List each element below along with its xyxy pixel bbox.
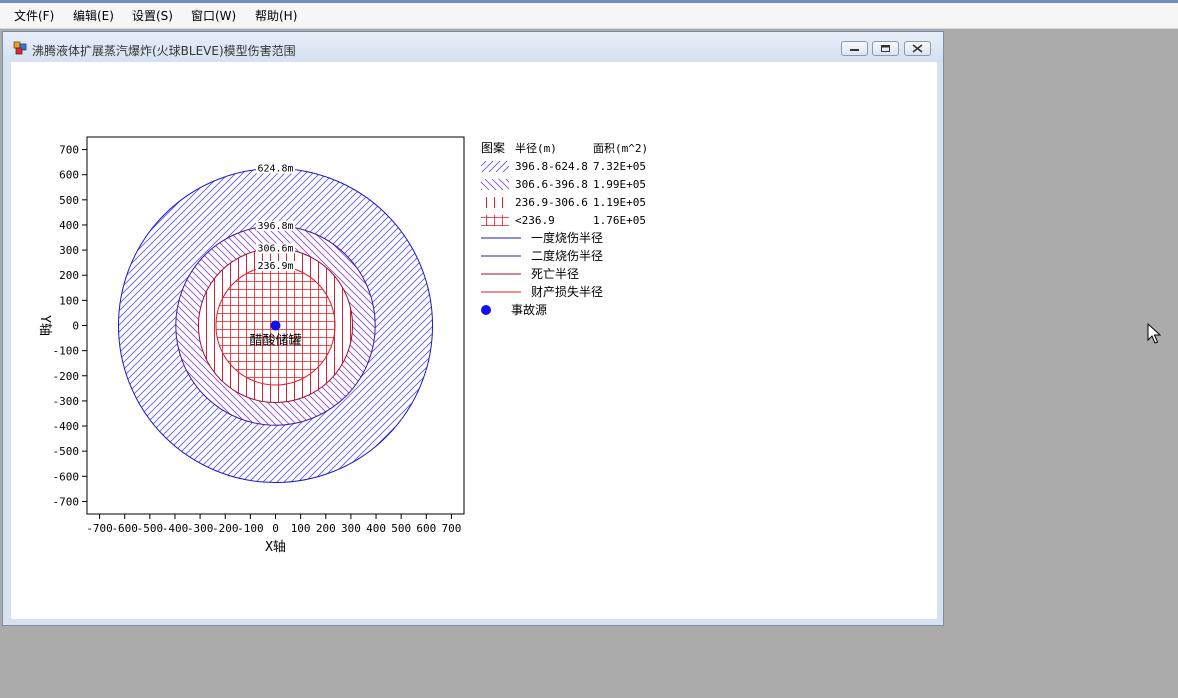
menubar: 文件(F) 编辑(E) 设置(S) 窗口(W) 帮助(H) xyxy=(0,3,1178,29)
legend-line-label: 二度烧伤半径 xyxy=(531,248,603,263)
close-button[interactable] xyxy=(904,41,931,56)
restore-icon xyxy=(881,45,890,52)
legend-header-pattern: 图案 xyxy=(481,140,505,155)
x-tick-label: 400 xyxy=(366,522,386,535)
y-tick-label: 200 xyxy=(59,269,79,282)
circle-radius-label: 236.9m xyxy=(257,261,293,272)
legend-header-area: 面积(m^2) xyxy=(593,142,648,155)
legend-area: 1.76E+05 xyxy=(593,214,646,227)
x-tick-label: -300 xyxy=(187,522,214,535)
mouse-cursor-icon xyxy=(1147,323,1161,344)
circle-radius-label: 624.8m xyxy=(257,163,293,174)
window-title: 沸腾液体扩展蒸汽爆炸(火球BLEVE)模型伤害范围 xyxy=(32,44,296,58)
legend-area: 1.99E+05 xyxy=(593,178,646,191)
y-tick-label: 0 xyxy=(72,320,79,333)
y-tick-label: -400 xyxy=(53,420,80,433)
x-tick-label: 700 xyxy=(441,522,461,535)
menu-file[interactable]: 文件(F) xyxy=(14,8,54,24)
legend-range: 306.6-396.8 xyxy=(515,178,588,191)
legend-pattern-swatch xyxy=(481,197,509,208)
y-tick-label: 600 xyxy=(59,169,79,182)
legend-source-label: 事故源 xyxy=(511,302,547,317)
legend-range: <236.9 xyxy=(515,214,555,227)
legend-line-label: 财产损失半径 xyxy=(531,284,603,299)
y-tick-label: 100 xyxy=(59,294,79,307)
legend-line-label: 死亡半径 xyxy=(531,267,579,281)
y-tick-label: -100 xyxy=(53,345,80,358)
x-tick-label: -100 xyxy=(237,522,264,535)
x-tick-label: -500 xyxy=(137,522,164,535)
x-tick-label: 200 xyxy=(316,522,336,535)
x-tick-label: 300 xyxy=(341,522,361,535)
chart-child-window: 沸腾液体扩展蒸汽爆炸(火球BLEVE)模型伤害范围 -700 -600 -500 -4… xyxy=(2,31,944,626)
legend-pattern-swatch xyxy=(481,161,509,172)
menu-window[interactable]: 窗口(W) xyxy=(191,8,236,24)
y-axis-label: Y轴 xyxy=(37,315,52,336)
legend-pattern-swatch xyxy=(481,215,509,226)
menu-edit[interactable]: 编辑(E) xyxy=(73,8,114,24)
x-axis-label: X轴 xyxy=(265,540,286,555)
minimize-button[interactable] xyxy=(841,41,868,56)
x-tick-label: -700 xyxy=(86,522,113,535)
y-tick-label: -200 xyxy=(53,370,80,383)
legend-source-marker xyxy=(481,305,491,315)
menu-help[interactable]: 帮助(H) xyxy=(255,8,297,24)
chart-client-area: -700 -600 -500 -400 -300 -200 -100 0 100 200 300 40… xyxy=(11,62,937,619)
y-tick-label: -500 xyxy=(53,445,80,458)
y-tick-label: 400 xyxy=(59,219,79,232)
x-tick-label: 600 xyxy=(416,522,436,535)
y-tick-label: -600 xyxy=(53,470,80,483)
x-tick-label: -400 xyxy=(162,522,189,535)
menu-settings[interactable]: 设置(S) xyxy=(132,8,173,24)
app-icon xyxy=(13,41,27,55)
y-tick-label: 700 xyxy=(59,144,79,157)
source-name-label: 醋酸储罐 xyxy=(249,333,301,349)
child-title-bar[interactable]: 沸腾液体扩展蒸汽爆炸(火球BLEVE)模型伤害范围 xyxy=(3,32,943,62)
circle-radius-label: 396.8m xyxy=(257,221,293,232)
x-tick-label: -200 xyxy=(212,522,239,535)
y-tick-label: -300 xyxy=(53,395,80,408)
circle-radius-label: 306.6m xyxy=(257,243,293,254)
y-tick-label: -700 xyxy=(53,495,80,508)
x-tick-label: 500 xyxy=(391,522,411,535)
legend-area: 7.32E+05 xyxy=(593,160,646,173)
accident-source-marker xyxy=(270,320,281,331)
x-tick-label: 100 xyxy=(291,522,311,535)
close-icon xyxy=(912,44,923,53)
x-tick-label: 0 xyxy=(272,522,279,535)
legend-range: 396.8-624.8 xyxy=(515,160,588,173)
legend-line-label: 一度烧伤半径 xyxy=(531,230,603,245)
legend-pattern-swatch xyxy=(481,179,509,190)
legend-header-radius: 半径(m) xyxy=(515,141,557,155)
x-tick-label: -600 xyxy=(111,522,138,535)
y-tick-label: 300 xyxy=(59,244,79,257)
y-tick-label: 500 xyxy=(59,194,79,207)
legend-area: 1.19E+05 xyxy=(593,196,646,209)
restore-button[interactable] xyxy=(872,41,899,56)
minimize-icon xyxy=(850,49,859,51)
legend-range: 236.9-306.6 xyxy=(515,196,588,209)
damage-range-chart: -700-600-500-400-300-200-100010020030040… xyxy=(37,136,648,555)
